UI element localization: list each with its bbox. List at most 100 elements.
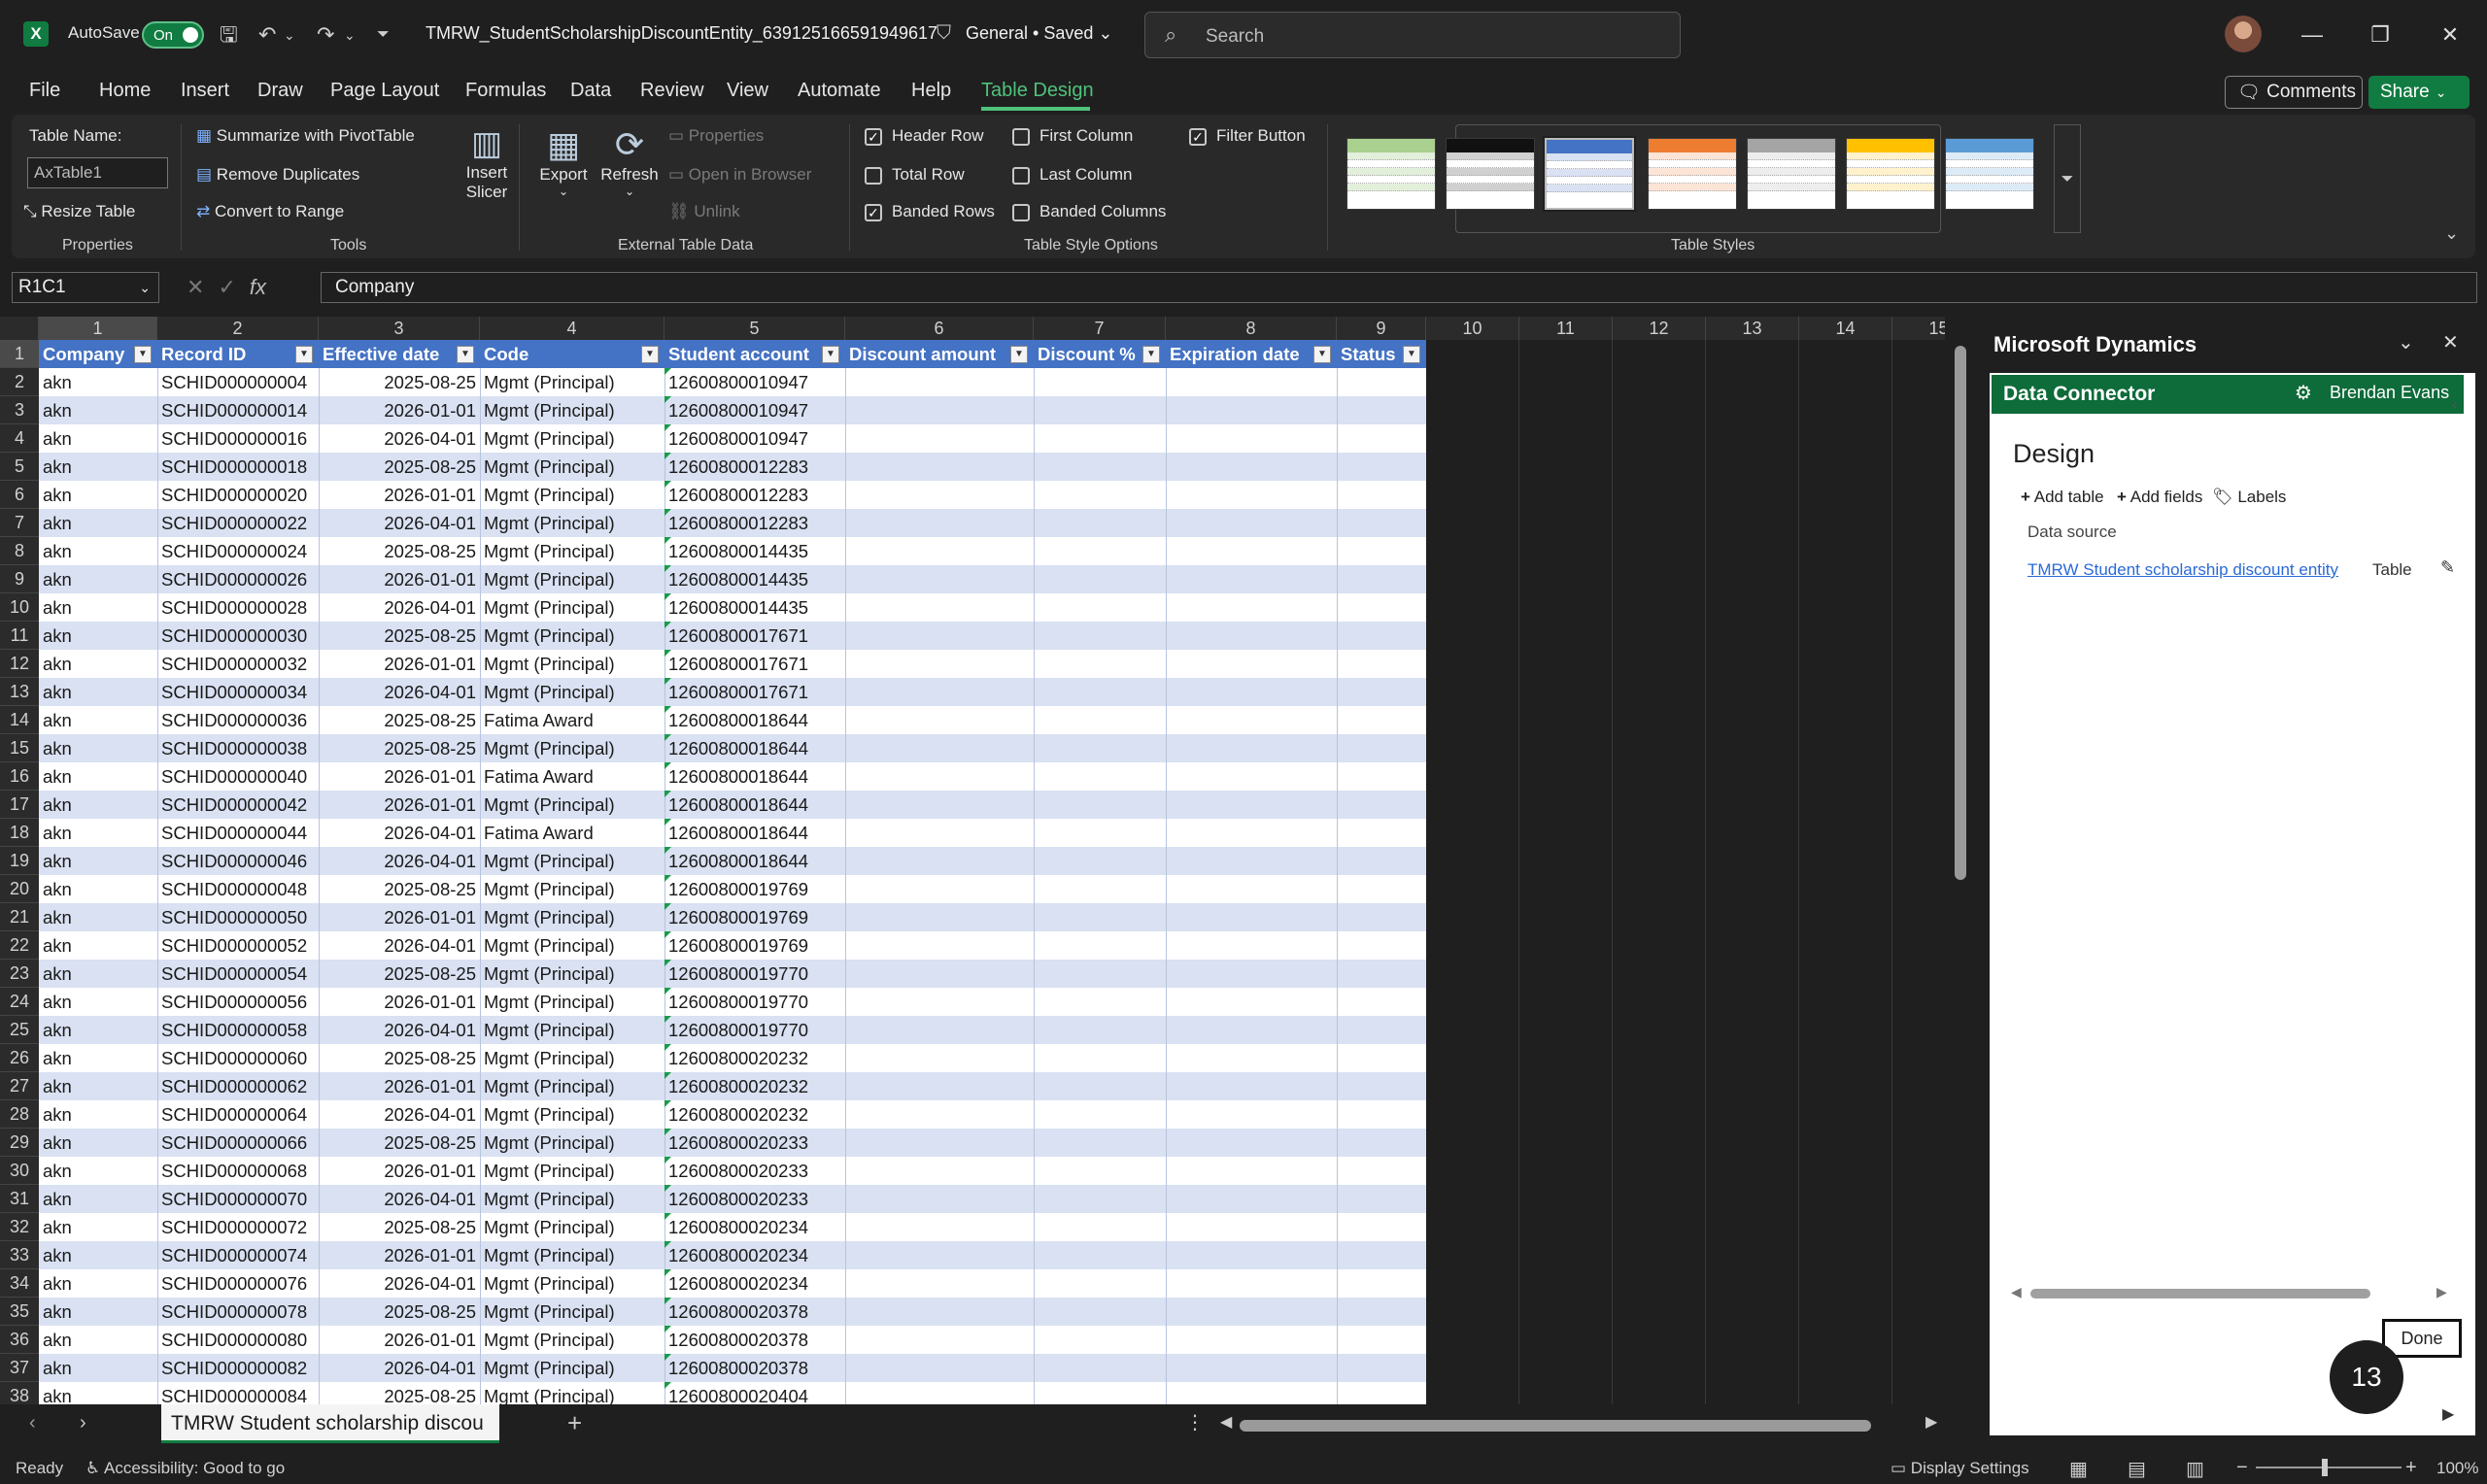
table-cell[interactable]: 12600800019770 (664, 988, 845, 1016)
table-cell[interactable]: Mgmt (Principal) (480, 509, 664, 537)
resize-table-button[interactable]: ⤡ Resize Table (23, 202, 135, 221)
table-cell[interactable] (1337, 762, 1426, 791)
table-cell[interactable] (1034, 931, 1166, 960)
row-header[interactable]: 31 (0, 1185, 39, 1213)
collapse-ribbon-icon[interactable]: ⌄ (2444, 223, 2459, 244)
table-cell[interactable] (1337, 650, 1426, 678)
table-cell[interactable]: SCHID000000042 (157, 791, 319, 819)
table-cell[interactable]: 12600800020378 (664, 1298, 845, 1326)
select-all-corner[interactable] (0, 317, 39, 340)
table-cell[interactable] (845, 509, 1034, 537)
table-cell[interactable]: SCHID000000068 (157, 1157, 319, 1185)
table-cell[interactable] (1337, 1213, 1426, 1241)
table-cell[interactable] (1166, 650, 1337, 678)
panel-horizontal-scroll-thumb[interactable] (2030, 1289, 2370, 1298)
table-cell[interactable]: SCHID000000032 (157, 650, 319, 678)
table-cell[interactable]: 2026-04-01 (319, 1100, 480, 1129)
table-cell[interactable] (1034, 1326, 1166, 1354)
table-cell[interactable]: 2026-01-01 (319, 1241, 480, 1269)
table-cell[interactable]: SCHID000000058 (157, 1016, 319, 1044)
table-cell[interactable]: akn (39, 678, 157, 706)
table-cell[interactable]: 2026-04-01 (319, 509, 480, 537)
table-cell[interactable]: 2026-04-01 (319, 593, 480, 622)
customize-toolbar-icon[interactable]: ⏷ (377, 21, 390, 49)
table-cell[interactable]: akn (39, 1269, 157, 1298)
table-cell[interactable]: Mgmt (Principal) (480, 1157, 664, 1185)
table-cell[interactable] (845, 1072, 1034, 1100)
data-source-link[interactable]: TMRW Student scholarship discount entity (2027, 560, 2338, 580)
table-cell[interactable]: 12600800010947 (664, 396, 845, 424)
table-cell[interactable]: Mgmt (Principal) (480, 1072, 664, 1100)
table-cell[interactable]: Mgmt (Principal) (480, 424, 664, 453)
next-sheet-icon[interactable]: › (80, 1412, 86, 1434)
redo-dropdown-icon[interactable]: ⌄ (344, 21, 356, 49)
table-style-blue-selected[interactable] (1543, 136, 1636, 212)
insert-function-icon[interactable]: fx (250, 275, 266, 300)
banded-rows-checkbox[interactable]: ✓ (865, 204, 882, 221)
table-cell[interactable] (845, 1129, 1034, 1157)
export-button[interactable]: ▦ Export ⌄ (534, 124, 593, 233)
table-cell[interactable]: Mgmt (Principal) (480, 1185, 664, 1213)
row-header[interactable]: 7 (0, 509, 39, 537)
page-layout-view-icon[interactable]: ▤ (2128, 1457, 2146, 1481)
undo-icon[interactable]: ↶ (258, 21, 276, 49)
display-settings-button[interactable]: ▭ Display Settings (1891, 1459, 2029, 1478)
table-style-black[interactable] (1446, 138, 1535, 210)
column-header[interactable]: 13 (1706, 317, 1799, 340)
table-cell[interactable]: 12600800020404 (664, 1382, 845, 1404)
table-cell[interactable] (1166, 762, 1337, 791)
vertical-scroll-thumb[interactable] (1955, 346, 1966, 880)
table-cell[interactable]: Mgmt (Principal) (480, 791, 664, 819)
table-cell[interactable]: akn (39, 1044, 157, 1072)
table-cell[interactable] (1034, 762, 1166, 791)
table-cell[interactable] (1166, 593, 1337, 622)
table-cell[interactable]: 2025-08-25 (319, 734, 480, 762)
last-column-checkbox[interactable] (1012, 167, 1030, 185)
table-cell[interactable]: 2026-01-01 (319, 1157, 480, 1185)
table-cell[interactable]: 12600800010947 (664, 424, 845, 453)
table-cell[interactable] (1034, 1072, 1166, 1100)
table-cell[interactable] (845, 537, 1034, 565)
open-browser-button[interactable]: ▭ Open in Browser (668, 165, 811, 185)
autosave-toggle[interactable]: On (142, 21, 204, 49)
minimize-icon[interactable]: — (2293, 17, 2332, 52)
comments-button[interactable]: 🗨 Comments (2225, 76, 2363, 109)
table-cell[interactable]: SCHID000000024 (157, 537, 319, 565)
table-cell[interactable] (1337, 988, 1426, 1016)
row-header[interactable]: 20 (0, 875, 39, 903)
table-cell[interactable] (1166, 903, 1337, 931)
table-cell[interactable]: akn (39, 819, 157, 847)
worksheet-grid[interactable]: 1 2 3 4 5 6 7 8 9 10 11 12 13 14 15 Company ▼ Record ID ▼… (0, 317, 1945, 1404)
sensitivity-status[interactable]: General • Saved ⌄ (966, 23, 1113, 44)
table-cell[interactable]: akn (39, 1326, 157, 1354)
table-cell[interactable]: 12600800019770 (664, 1016, 845, 1044)
table-cell[interactable]: akn (39, 706, 157, 734)
table-cell[interactable] (845, 1269, 1034, 1298)
table-cell[interactable]: 2026-01-01 (319, 481, 480, 509)
table-cell[interactable]: Mgmt (Principal) (480, 847, 664, 875)
avatar[interactable] (2225, 16, 2262, 52)
table-cell[interactable] (845, 1213, 1034, 1241)
column-header[interactable]: 10 (1426, 317, 1519, 340)
table-cell[interactable]: SCHID000000084 (157, 1382, 319, 1404)
table-cell[interactable]: 2026-04-01 (319, 678, 480, 706)
unlink-button[interactable]: ⛓ Unlink (668, 202, 740, 221)
table-cell[interactable]: 12600800018644 (664, 734, 845, 762)
table-cell[interactable]: Mgmt (Principal) (480, 931, 664, 960)
table-cell[interactable]: akn (39, 565, 157, 593)
table-cell[interactable] (1337, 453, 1426, 481)
table-cell[interactable]: 2026-04-01 (319, 1016, 480, 1044)
table-cell[interactable] (845, 875, 1034, 903)
banded-columns-checkbox[interactable] (1012, 204, 1030, 221)
table-cell[interactable] (1166, 819, 1337, 847)
refresh-button[interactable]: ⟳ Refresh ⌄ (598, 124, 661, 233)
table-cell[interactable] (1034, 988, 1166, 1016)
table-cell[interactable] (1337, 931, 1426, 960)
insert-slicer-button[interactable]: ▥ Insert Slicer (457, 124, 517, 233)
table-cell[interactable] (845, 650, 1034, 678)
table-cell[interactable]: SCHID000000064 (157, 1100, 319, 1129)
row-header[interactable]: 36 (0, 1326, 39, 1354)
add-sheet-button[interactable]: + (567, 1408, 582, 1438)
row-header[interactable]: 8 (0, 537, 39, 565)
table-cell[interactable]: Mgmt (Principal) (480, 593, 664, 622)
